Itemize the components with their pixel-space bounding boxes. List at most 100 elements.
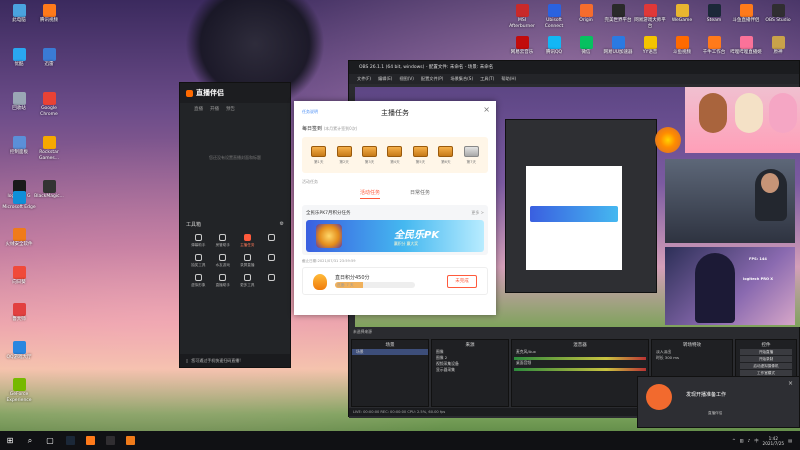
task-status-button[interactable]: 未完成 xyxy=(447,275,477,288)
desktop-icon[interactable]: 迅雷 xyxy=(32,48,66,68)
close-icon[interactable]: × xyxy=(788,380,793,387)
obs-list-item[interactable]: 显示器采集 xyxy=(432,367,508,373)
desktop-icon[interactable]: 鲁大师 xyxy=(2,303,36,323)
tool-label: 虚拟形象 xyxy=(191,283,206,287)
obs-menu-item[interactable]: 配置文件(P) xyxy=(421,76,444,82)
desktop-icon[interactable]: 网易游戏大师平台 xyxy=(633,4,667,29)
desktop-icon[interactable]: WeGame xyxy=(665,4,699,24)
desktop-icon[interactable]: MSI Afterburner xyxy=(505,4,539,29)
desktop-icon[interactable]: 斗鱼直播伴侣 xyxy=(729,4,763,24)
event-banner[interactable]: 全民乐PK 赢积分 赢大奖 xyxy=(306,220,484,252)
toolbox-tool[interactable]: 直播助手 xyxy=(211,274,236,288)
toolbox-tool[interactable] xyxy=(260,274,285,288)
obs-list-item[interactable]: 时长 300 ms xyxy=(652,355,732,361)
orange-app-icon[interactable] xyxy=(120,431,140,450)
obs-list-item[interactable]: 桌面音频 xyxy=(512,360,648,366)
companion-logo-icon xyxy=(186,89,193,97)
tray-up-icon[interactable]: ^ xyxy=(732,438,736,443)
desktop-icon[interactable]: Rockstar Games... xyxy=(32,136,66,161)
event-more-link[interactable]: 更多 > xyxy=(471,210,484,216)
desktop-icon[interactable]: 优酷 xyxy=(2,48,36,68)
desktop-icon[interactable]: 腾讯视频 xyxy=(32,4,66,24)
toolbox-settings-icon[interactable]: ⚙ xyxy=(280,221,284,228)
obs-menu-item[interactable]: 编辑(E) xyxy=(378,76,392,82)
tab-1[interactable]: 日常任务 xyxy=(410,189,430,199)
checkin-chest[interactable]: 第4天 xyxy=(387,145,403,165)
obs-menu-item[interactable]: 场景集合(S) xyxy=(450,76,473,82)
desktop-icon[interactable]: QQ游戏大厅 xyxy=(2,340,36,361)
checkin-chest[interactable]: 第2天 xyxy=(336,145,352,165)
desktop-icon[interactable]: 完美世界平台 xyxy=(601,4,635,24)
obs-control-button[interactable]: 开始直播 xyxy=(740,349,792,355)
desktop-icon[interactable]: OBS Studio xyxy=(761,4,795,24)
checkin-chest[interactable]: 第7天 xyxy=(463,145,479,165)
companion-bottom-text[interactable]: 您可通过手机快速扫码直播! xyxy=(191,358,241,364)
close-icon[interactable]: × xyxy=(483,105,490,114)
toolbox-tool[interactable]: 主播任务 xyxy=(235,234,260,248)
camera-icon xyxy=(646,384,672,410)
desktop-icon[interactable]: YY语音 xyxy=(633,36,667,56)
obs-menu-item[interactable]: 视图(V) xyxy=(399,76,414,82)
desktop-icon[interactable]: 哔哩哔哩直播姬 xyxy=(729,36,763,56)
desktop-icon[interactable]: 控制面板 xyxy=(2,136,36,156)
checkin-chest[interactable]: 第5天 xyxy=(412,145,428,165)
desktop-icon[interactable]: 火绒安全软件 xyxy=(2,228,36,248)
notification-center-icon[interactable]: ▤ xyxy=(788,438,792,443)
desktop-icon[interactable]: Microsoft Edge xyxy=(2,191,36,211)
streamer-face xyxy=(761,173,779,193)
obs-menu-item[interactable]: 工具(T) xyxy=(480,76,494,82)
toolbox-tool[interactable]: 水友游戏 xyxy=(211,254,236,268)
clock[interactable]: 1:42 2021/7/25 xyxy=(763,436,784,446)
toolbox-tool[interactable]: 房管助手 xyxy=(211,234,236,248)
companion-nav-item[interactable]: 预告 xyxy=(226,106,235,112)
checkin-chest[interactable]: 第1天 xyxy=(311,145,327,165)
network-icon[interactable]: ▥ xyxy=(740,438,744,443)
desktop-icon-image xyxy=(12,378,26,391)
task-view-icon[interactable]: ▢ xyxy=(40,431,60,450)
toolbox-tool[interactable] xyxy=(260,254,285,268)
desktop-icon[interactable]: Ubisoft Connect xyxy=(537,4,571,29)
desktop-icon[interactable]: 千牛工作台 xyxy=(697,36,731,56)
desktop-icon[interactable]: 此电脑 xyxy=(2,4,36,24)
desktop-icon[interactable]: 网易UU加速器 xyxy=(601,36,635,56)
companion-nav-item[interactable]: 开播 xyxy=(210,106,219,112)
steam-icon[interactable] xyxy=(60,431,80,450)
companion-nav-item[interactable]: 直播 xyxy=(194,106,203,112)
desktop-icon[interactable]: 原神 xyxy=(761,36,795,56)
toolbox-tool[interactable]: 录屏直播 xyxy=(235,254,260,268)
obs-list-item[interactable]: 场景 xyxy=(352,349,428,355)
desktop-icon[interactable]: 腾讯QQ xyxy=(537,36,571,56)
tool-label: 更多工具 xyxy=(240,283,255,287)
desktop-icon[interactable]: 斗鱼视频 xyxy=(665,36,699,56)
companion-icon[interactable] xyxy=(80,431,100,450)
desktop-icon-image xyxy=(643,36,657,49)
ime-indicator[interactable]: 中 xyxy=(754,438,758,444)
obs-list-item[interactable]: 麦克风/Aux xyxy=(512,349,648,355)
checkin-chest[interactable]: 第3天 xyxy=(362,145,378,165)
obs-control-button[interactable]: 开始录制 xyxy=(740,356,792,362)
start-icon[interactable]: ⊞ xyxy=(0,431,20,450)
desktop-icon[interactable]: 网易云音乐 xyxy=(505,36,539,56)
volume-icon[interactable]: ♪ xyxy=(748,438,751,443)
desktop-icon[interactable]: BlackMagic... xyxy=(32,180,66,200)
toolbox-tool[interactable]: 虚拟形象 xyxy=(186,274,211,288)
desktop-icon[interactable]: Google Chrome xyxy=(32,92,66,117)
anime-character xyxy=(695,253,735,323)
toolbox-tool[interactable]: 弹幕助手 xyxy=(186,234,211,248)
desktop-icon[interactable]: 回收站 xyxy=(2,92,36,112)
desktop-icon[interactable]: 微信 xyxy=(569,36,603,56)
obs-icon[interactable] xyxy=(100,431,120,450)
obs-menu-item[interactable]: 文件(F) xyxy=(357,76,371,82)
desktop-icon[interactable]: Steam xyxy=(697,4,731,24)
toolbox-tool[interactable]: 更多工具 xyxy=(235,274,260,288)
search-icon[interactable]: ⌕ xyxy=(20,431,40,450)
desktop-icon[interactable]: Origin xyxy=(569,4,603,24)
desktop-icon[interactable]: 向日葵 xyxy=(2,265,36,286)
tab-0[interactable]: 活动任务 xyxy=(359,189,380,199)
obs-menu-item[interactable]: 帮助(H) xyxy=(501,76,516,82)
toolbox-tool[interactable] xyxy=(260,234,285,248)
checkin-chest[interactable]: 第6天 xyxy=(438,145,454,165)
toolbox-tool[interactable]: 抽奖工具 xyxy=(186,254,211,268)
obs-control-button[interactable]: 启动虚拟摄像机 xyxy=(740,363,792,369)
desktop-icon[interactable]: GeForce Experience xyxy=(2,378,36,403)
